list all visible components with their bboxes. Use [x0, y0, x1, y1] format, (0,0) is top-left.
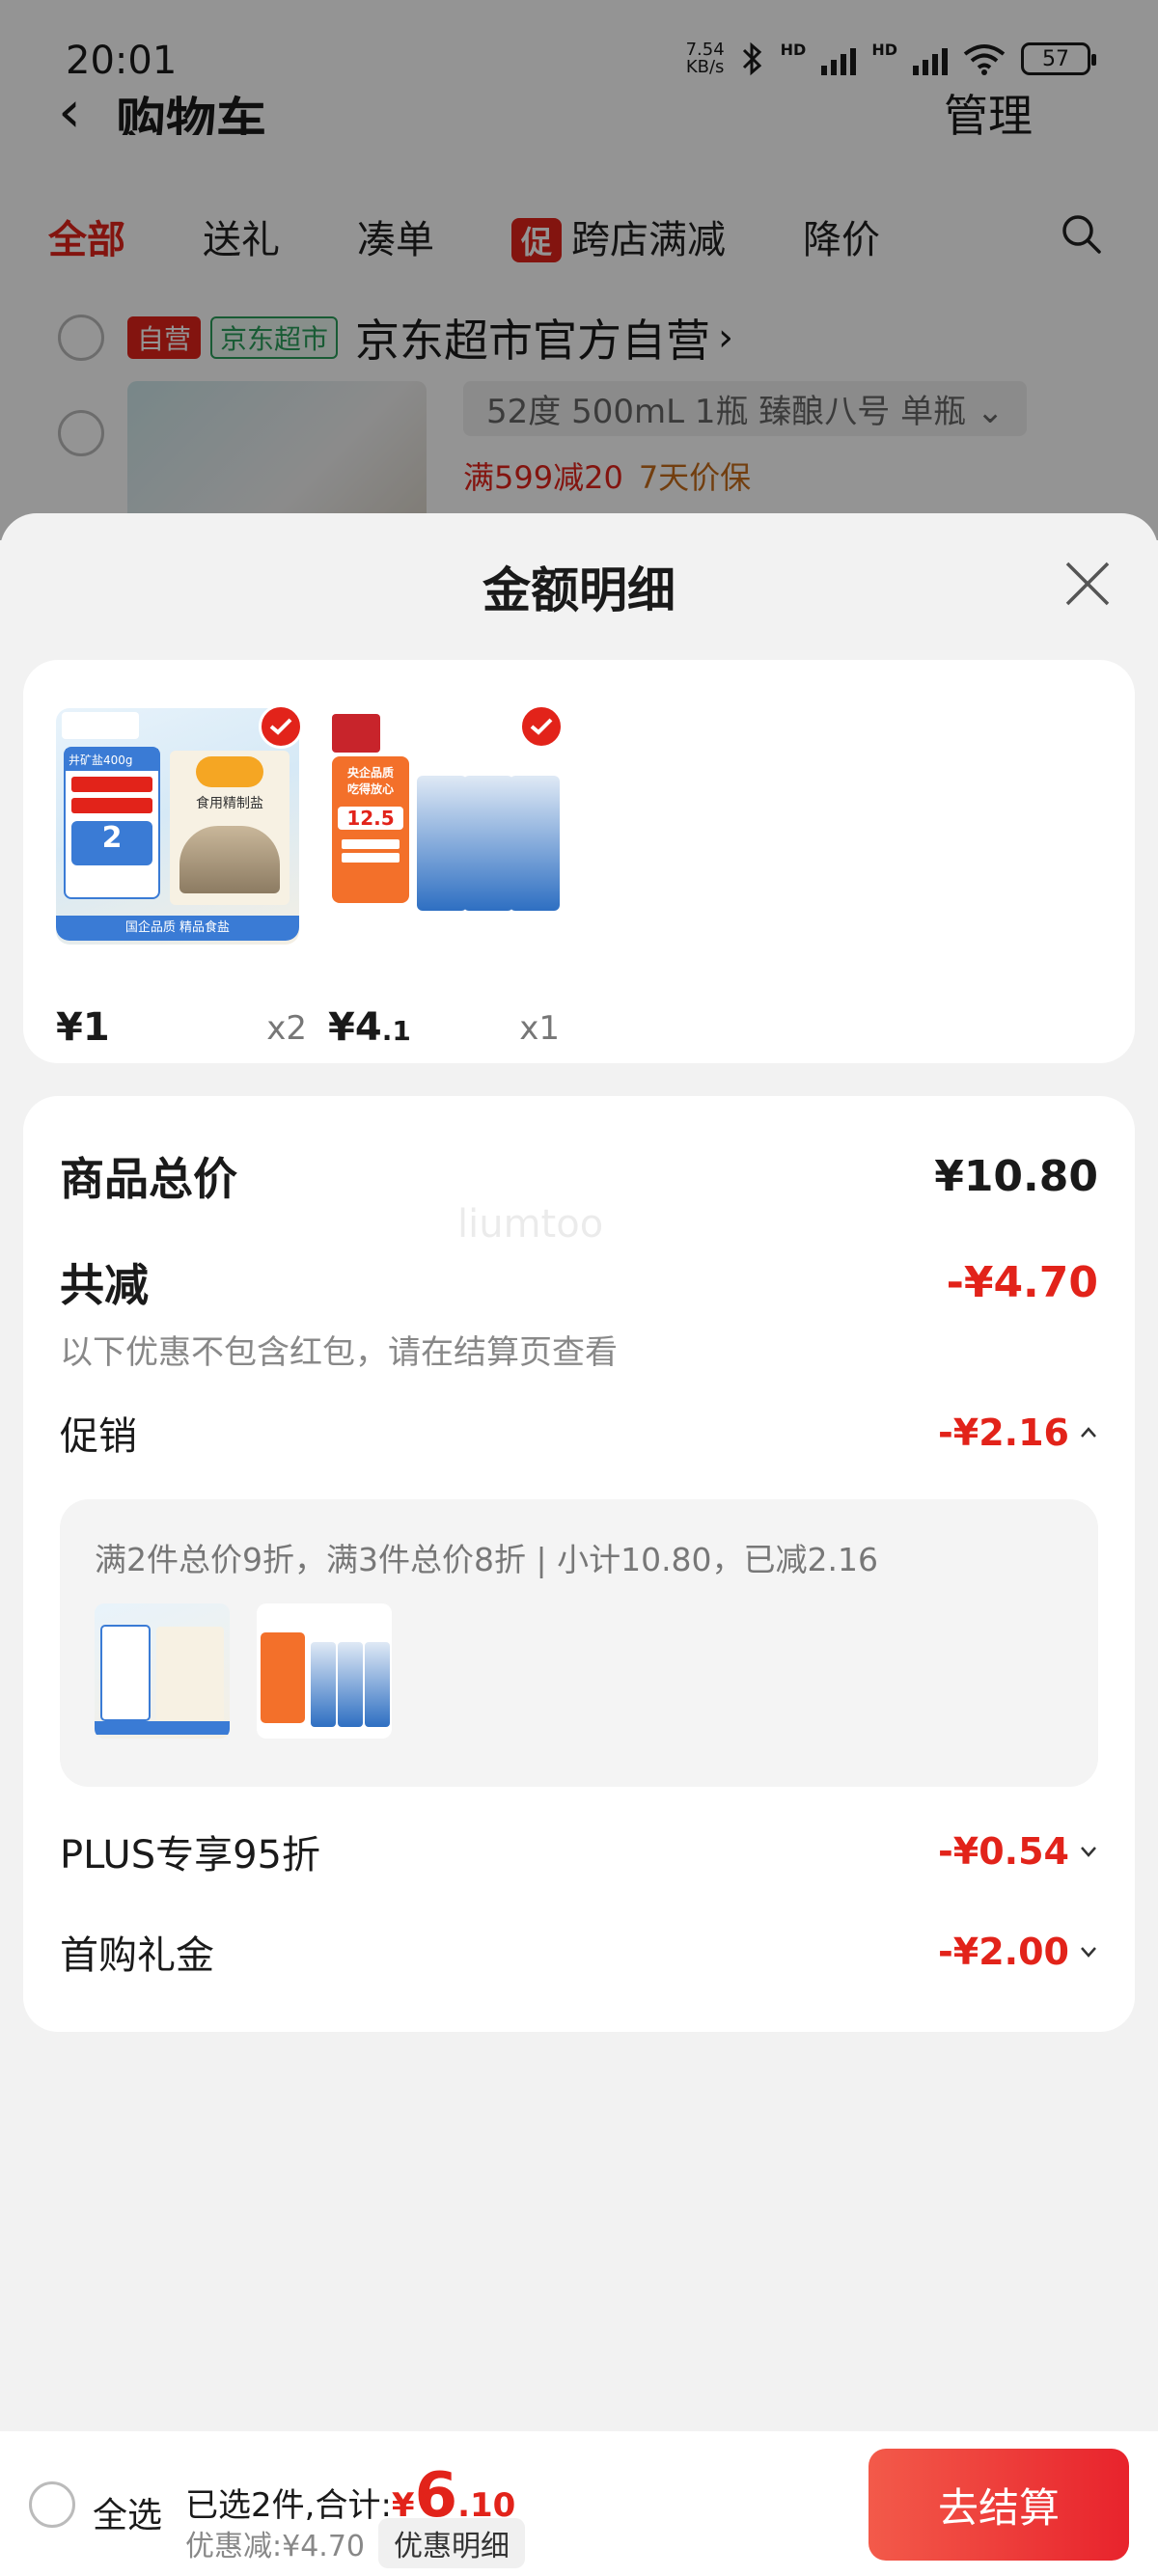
thumb-strip	[342, 839, 400, 849]
first-purchase-row[interactable]: 首购礼金 -¥2.00	[60, 1924, 1098, 1980]
total-price-label: 商品总价	[60, 1153, 237, 1205]
first-purchase-value: -¥2.00	[938, 1931, 1069, 1973]
currency-symbol: ¥	[328, 1005, 355, 1050]
total-price-row: 商品总价 ¥10.80	[60, 1144, 1098, 1208]
plus-discount-value-wrap: -¥0.54	[938, 1830, 1098, 1873]
product-qty-2: x1	[519, 1009, 560, 1048]
selected-product-1[interactable]: 井矿盐400g 2 食用精制盐 国企品质 精品食盐 ¥1 x2	[56, 704, 317, 1050]
thumb-price: 2	[71, 821, 152, 865]
checked-icon[interactable]	[259, 704, 303, 749]
price-breakdown-card: 商品总价 ¥10.80 liumtoo 共减 -¥4.70 以下优惠不包含红包，…	[23, 1096, 1135, 2032]
thumb-footer: 国企品质 精品食盐	[56, 916, 299, 941]
product-price-2: ¥4.1	[328, 1005, 411, 1050]
total-discount-value: -¥4.70	[946, 1257, 1098, 1307]
first-purchase-value-wrap: -¥2.00	[938, 1931, 1098, 1973]
thumb-bag	[156, 1627, 224, 1723]
total-discount-label: 共减	[60, 1259, 149, 1311]
thumb-strip	[342, 853, 400, 863]
thumb-text-2: 食用精制盐	[196, 796, 263, 811]
selected-product-2[interactable]: 央企品质 吃得放心 12.5 ¥4.1 x1	[328, 704, 589, 1050]
thumb-footer-bar	[95, 1721, 230, 1735]
promo-product-thumb-1[interactable]	[95, 1603, 230, 1739]
thumb-red-strip	[71, 798, 152, 813]
brand-logo	[62, 712, 139, 739]
chevron-down-icon	[1081, 1847, 1096, 1857]
price-dec: .1	[381, 1015, 411, 1047]
select-all-radio[interactable]	[29, 2481, 75, 2528]
plus-discount-value: -¥0.54	[938, 1830, 1069, 1873]
thumb-pack	[365, 1642, 390, 1727]
select-all-label[interactable]: 全选	[93, 2487, 162, 2537]
promotion-detail-text: 满2件总价9折，满3件总价8折 | 小计10.80，已减2.16	[95, 1541, 879, 1578]
checkout-button[interactable]: 去结算	[868, 2449, 1129, 2561]
modal-overlay[interactable]	[0, 0, 1158, 540]
promo-card-graphic: 井矿盐400g 2	[64, 747, 160, 899]
plus-discount-row[interactable]: PLUS专享95折 -¥0.54	[60, 1823, 1098, 1879]
discount-note: 以下优惠不包含红包，请在结算页查看	[60, 1333, 618, 1372]
thumb-price: 12.5	[338, 807, 403, 830]
salt-pack-graphic	[417, 776, 467, 911]
promotion-value: -¥2.16	[938, 1411, 1069, 1454]
first-purchase-label: 首购礼金	[60, 1933, 214, 1978]
thumb-card	[261, 1632, 305, 1723]
amount-detail-sheet: 金额明细 井矿盐400g 2 食用精制盐 国企品质 精品食盐 ¥1 x2 央企品…	[0, 513, 1158, 2576]
total-price-value: ¥10.80	[934, 1151, 1098, 1201]
salt-pack-graphic	[463, 776, 513, 911]
thumb-card	[100, 1625, 151, 1721]
promo-card-graphic: 央企品质 吃得放心 12.5	[332, 756, 409, 903]
product-thumbnail-salt-1: 井矿盐400g 2 食用精制盐 国企品质 精品食盐	[56, 708, 299, 945]
promotion-value-wrap: -¥2.16	[938, 1411, 1098, 1454]
brand-logo	[332, 714, 380, 753]
product-qty-1: x2	[266, 1009, 307, 1048]
sheet-title: 金额明细	[482, 562, 676, 618]
thumb-text-2: 吃得放心	[346, 782, 394, 796]
salt-bag-graphic: 食用精制盐	[170, 751, 290, 905]
checked-icon[interactable]	[519, 704, 564, 749]
price-value: 1	[82, 1005, 110, 1050]
saved-amount-row: 优惠减:¥4.70 优惠明细	[185, 2518, 525, 2568]
thumb-text-1: 井矿盐400g	[66, 749, 158, 771]
discount-detail-button[interactable]: 优惠明细	[378, 2518, 525, 2568]
thumb-text-1: 央企品质	[346, 766, 394, 780]
promotion-row[interactable]: 促销 -¥2.16	[60, 1405, 1098, 1461]
promotion-label: 促销	[60, 1414, 137, 1459]
thumb-pack	[311, 1642, 336, 1727]
bag-logo	[196, 756, 263, 787]
watermark: liumtoo	[457, 1202, 604, 1247]
close-icon[interactable]	[1063, 560, 1112, 608]
chevron-up-icon	[1081, 1427, 1096, 1438]
checkout-bar: 全选 已选2件,合计: ¥ 6 .10 优惠减:¥4.70 优惠明细 去结算	[0, 2431, 1158, 2576]
price-int: 4	[354, 1005, 382, 1050]
selected-products-card: 井矿盐400g 2 食用精制盐 国企品质 精品食盐 ¥1 x2 央企品质 吃得放…	[23, 660, 1135, 1063]
plus-discount-label: PLUS专享95折	[60, 1833, 320, 1877]
total-discount-row: 共减 -¥4.70	[60, 1250, 1098, 1314]
thumb-red-strip	[71, 777, 152, 792]
salt-pile-graphic	[179, 826, 280, 893]
thumb-pack	[338, 1642, 363, 1727]
product-price-1: ¥1	[56, 1005, 110, 1050]
currency-symbol: ¥	[56, 1005, 83, 1050]
chevron-down-icon	[1081, 1947, 1096, 1958]
saved-amount: 优惠减:¥4.70	[185, 2530, 365, 2563]
promotion-detail-box: 满2件总价9折，满3件总价8折 | 小计10.80，已减2.16	[60, 1499, 1098, 1787]
salt-pack-graphic	[510, 776, 560, 911]
promo-product-thumb-2[interactable]	[257, 1603, 392, 1739]
